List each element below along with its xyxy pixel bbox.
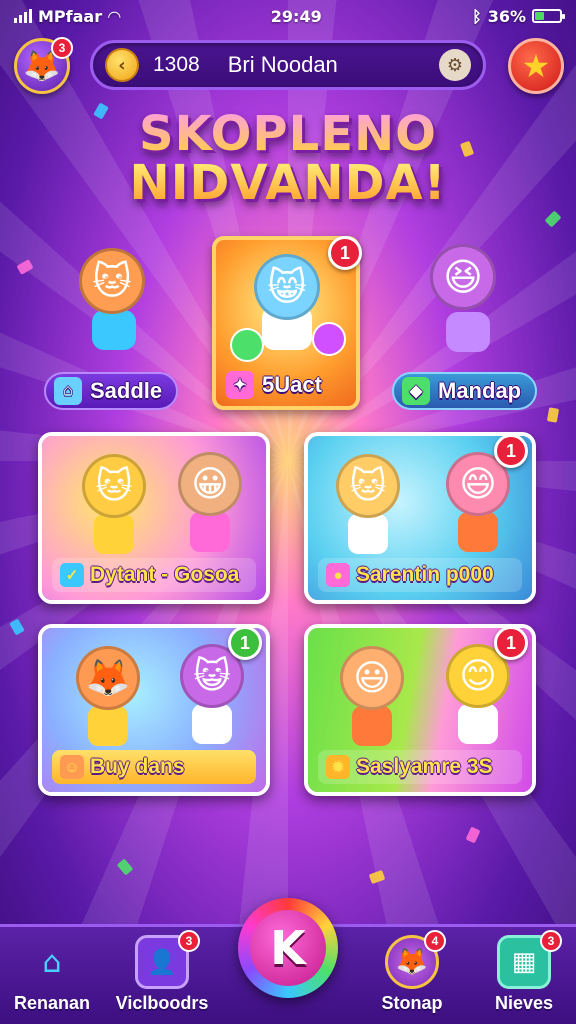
featured-mandap[interactable]: ◆ Mandap bbox=[392, 372, 538, 410]
boy-character-icon: 😃 bbox=[340, 646, 404, 710]
coin-icon: ‹ bbox=[105, 48, 139, 82]
game-card[interactable]: 🐱 😄 1 ● Sarentin p000 bbox=[304, 432, 536, 604]
confetti bbox=[9, 618, 25, 636]
avatar-button[interactable]: 🦊 3 bbox=[14, 37, 73, 94]
confetti bbox=[544, 210, 562, 228]
nav-label: Stonap bbox=[381, 993, 443, 1013]
title-line-2: NIDVANDA! bbox=[0, 158, 576, 208]
check-icon: ✓ bbox=[60, 563, 84, 587]
girl-character-icon: 😸 bbox=[254, 254, 320, 320]
nav-label: Nieves bbox=[494, 993, 554, 1013]
record-icon: ● bbox=[326, 563, 350, 587]
confetti bbox=[16, 259, 34, 275]
player-name: Bri Noodan bbox=[227, 52, 338, 77]
card-title: Saslyamre 3S bbox=[356, 755, 493, 778]
card-label: ☺ Buy dans bbox=[52, 750, 256, 784]
cat-character-icon: 🐱 bbox=[82, 454, 146, 518]
confetti bbox=[546, 407, 560, 423]
clock: 29:49 bbox=[270, 6, 322, 26]
shield-icon bbox=[230, 328, 264, 362]
star-icon: ★ bbox=[521, 47, 551, 85]
battery-percent: 36% bbox=[487, 6, 526, 26]
friends-icon: ☺ bbox=[60, 755, 84, 779]
settings-button[interactable]: ⚙ bbox=[439, 49, 471, 81]
nav-more[interactable]: ▦ 3 Nieves bbox=[474, 930, 574, 1023]
card-title: Buy dans bbox=[90, 755, 185, 778]
card-label: ● Sarentin p000 bbox=[318, 558, 522, 592]
card-badge: 1 bbox=[228, 628, 262, 660]
featured-label: Mandap bbox=[438, 378, 522, 403]
game-card[interactable]: 🐱 😀 ✓ Dytant - Gosoa bbox=[38, 432, 270, 604]
battery-icon bbox=[532, 9, 565, 23]
monster-character-icon: 😆 bbox=[430, 244, 496, 310]
profile-icon: 👤 3 bbox=[135, 930, 200, 989]
coin-count: 1308 bbox=[153, 53, 200, 76]
cat-character-icon: 🐱 bbox=[336, 454, 400, 518]
confetti bbox=[368, 869, 386, 885]
bluetooth-icon: ᛒ bbox=[472, 6, 482, 26]
pet-icon: 🦊 4 bbox=[385, 930, 446, 989]
orb-icon bbox=[312, 322, 346, 356]
play-button[interactable]: K bbox=[238, 898, 338, 998]
cat-character-icon: 🐱 bbox=[79, 248, 145, 314]
card-badge: 1 bbox=[494, 436, 528, 468]
game-card[interactable]: 😃 😊 1 ✹ Saslyamre 3S bbox=[304, 624, 536, 796]
confetti bbox=[116, 858, 134, 876]
gear-icon: ⚙ bbox=[446, 54, 464, 76]
play-icon: K bbox=[250, 910, 326, 986]
nav-badge: 3 bbox=[178, 930, 200, 952]
nav-badge: 4 bbox=[424, 930, 446, 952]
character-saddle[interactable]: 🐱 bbox=[62, 240, 162, 370]
avatar-badge: 3 bbox=[51, 37, 73, 59]
status-bar: MPfaar ◠ 29:49 ᛒ 36% bbox=[0, 0, 576, 32]
gem-icon: ◆ bbox=[402, 377, 430, 405]
nav-home[interactable]: ⌂ Renanan bbox=[2, 935, 102, 1023]
home-icon: ⌂ bbox=[42, 944, 62, 980]
puzzle-icon: ✦ bbox=[226, 371, 254, 399]
carrier-name: MPfaar bbox=[38, 6, 103, 26]
signal-icon bbox=[14, 9, 32, 23]
house-icon: ⌂ bbox=[54, 377, 82, 405]
featured-saddle[interactable]: ⌂ Saddle bbox=[44, 372, 179, 410]
sun-icon: ✹ bbox=[326, 755, 350, 779]
featured-label: 5Uact bbox=[262, 372, 322, 397]
wifi-icon: ◠ bbox=[108, 6, 121, 26]
featured-label: Saddle bbox=[90, 378, 163, 403]
nav-profile[interactable]: 👤 3 Viclboodrs bbox=[112, 930, 212, 1023]
featured-5uact[interactable]: ✦ 5Uact bbox=[222, 368, 330, 402]
fox-character-icon: 🦊 bbox=[76, 646, 140, 710]
card-badge: 1 bbox=[494, 628, 528, 660]
confetti bbox=[465, 826, 481, 844]
card-label: ✓ Dytant - Gosoa bbox=[52, 558, 256, 592]
game-title: SKOPLENO NIDVANDA! bbox=[0, 110, 576, 208]
card-title: Dytant - Gosoa bbox=[90, 563, 240, 586]
nav-label: Renanan bbox=[13, 993, 91, 1013]
nav-badge: 3 bbox=[540, 930, 562, 952]
card-label: ✹ Saslyamre 3S bbox=[318, 750, 522, 784]
nav-label: Viclboodrs bbox=[115, 993, 209, 1013]
title-line-1: SKOPLENO bbox=[0, 110, 576, 159]
game-card[interactable]: 🦊 😺 1 ☺ Buy dans bbox=[38, 624, 270, 796]
player-info-bar: ‹ 1308 Bri Noodan ⚙ bbox=[90, 40, 486, 90]
nav-pets[interactable]: 🦊 4 Stonap bbox=[362, 930, 462, 1023]
character-mandap[interactable]: 😆 bbox=[406, 236, 526, 376]
grid-icon: ▦ 3 bbox=[497, 930, 562, 989]
card-title: Sarentin p000 bbox=[356, 563, 494, 586]
featured-card-center[interactable]: 😸 1 ✦ 5Uact bbox=[212, 236, 362, 410]
featured-badge: 1 bbox=[328, 236, 362, 270]
kid-character-icon: 😀 bbox=[178, 452, 242, 516]
favorites-button[interactable]: ★ bbox=[508, 38, 564, 94]
